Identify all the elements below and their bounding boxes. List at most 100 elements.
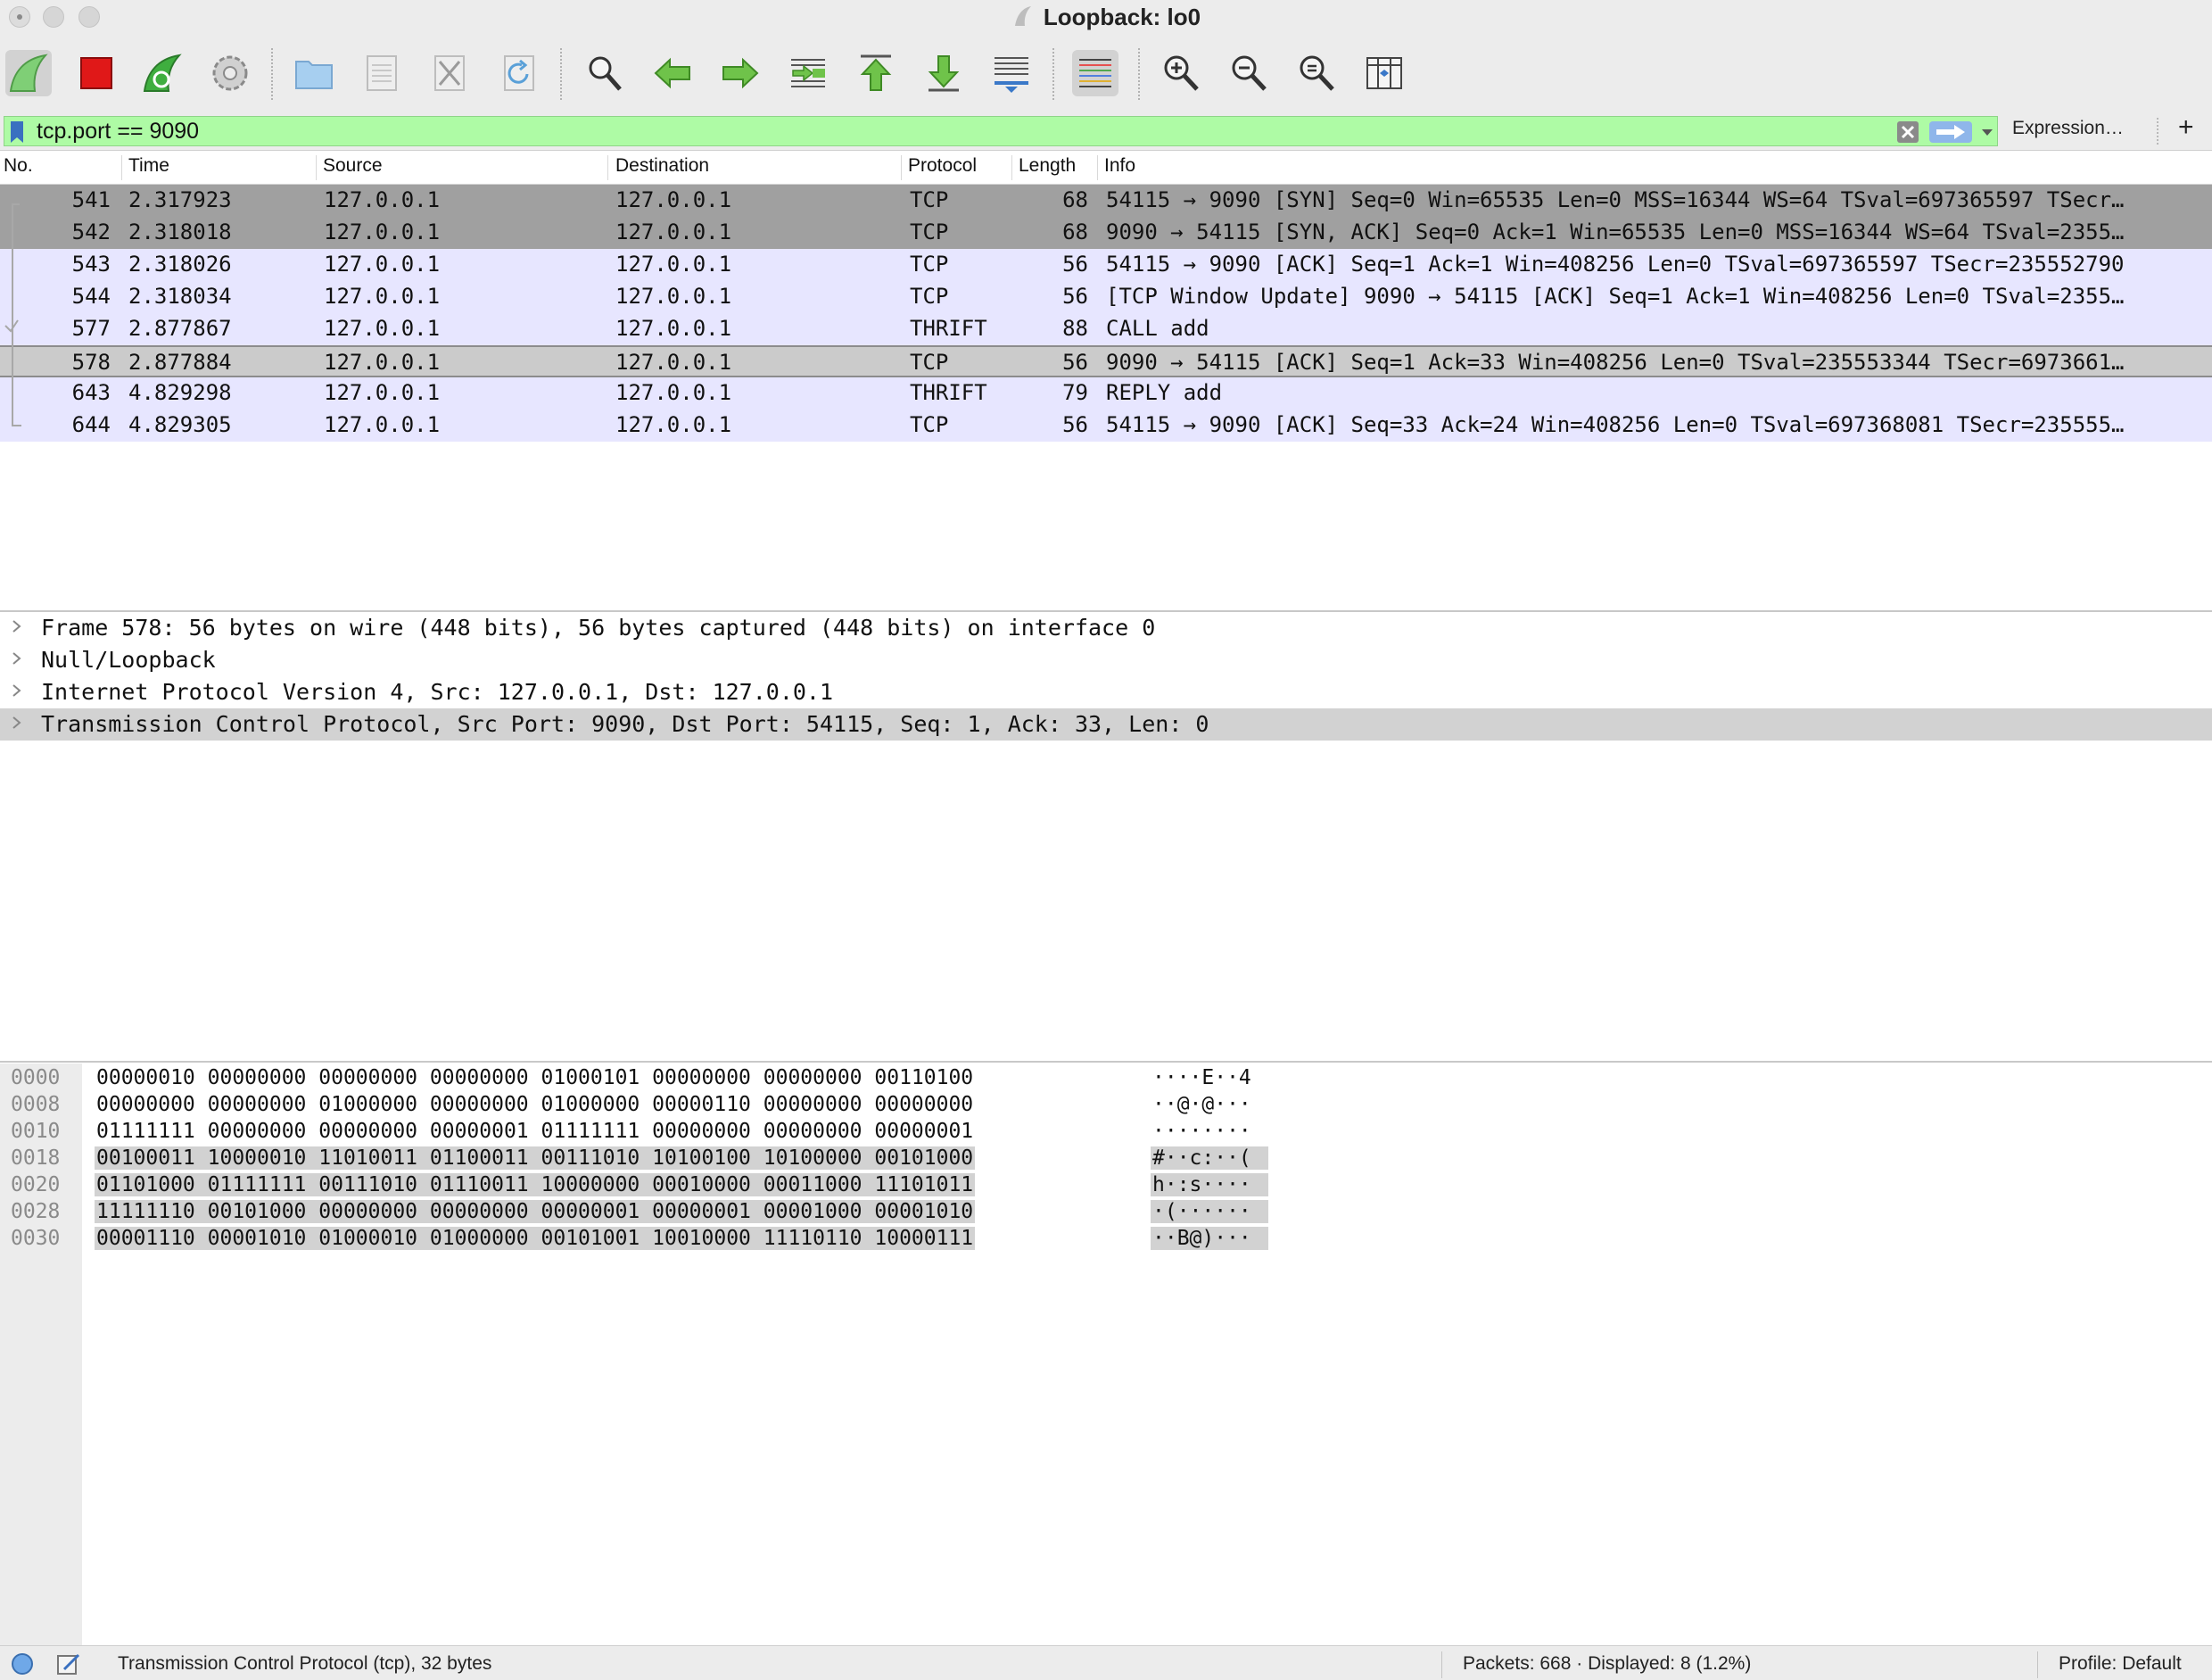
byte-ascii[interactable]: ··B@)··· [1151, 1227, 1268, 1250]
filter-bookmark-icon[interactable] [10, 120, 24, 144]
column-divider[interactable] [1097, 155, 1098, 180]
byte-offset: 0008 [11, 1093, 61, 1116]
expert-info-icon[interactable] [11, 1652, 34, 1676]
packet-source: 127.0.0.1 [324, 316, 441, 341]
packet-row[interactable]: 577 2.877867 127.0.0.1 127.0.0.1 THRIFT 88 CAL… [0, 313, 2212, 345]
column-divider[interactable] [607, 155, 608, 180]
status-separator [1441, 1651, 1442, 1678]
colorize-button[interactable] [1072, 50, 1118, 96]
packet-source: 127.0.0.1 [324, 187, 441, 212]
byte-ascii[interactable]: ········ [1151, 1120, 1268, 1143]
column-header-info[interactable]: Info [1104, 155, 1135, 177]
add-filter-button-icon[interactable]: + [2178, 112, 2194, 143]
bytes-row[interactable]: 0028 11111110 00101000 00000000 00000000 … [0, 1199, 2212, 1226]
packet-row[interactable]: 544 2.318034 127.0.0.1 127.0.0.1 TCP 56 [TCP W… [0, 281, 2212, 313]
status-bar: Transmission Control Protocol (tcp), 32 … [0, 1645, 2212, 1680]
byte-ascii[interactable]: h·:s···· [1151, 1173, 1268, 1196]
bytes-row[interactable]: 0030 00001110 00001010 01000010 01000000 … [0, 1226, 2212, 1253]
normal-size-button[interactable] [1293, 50, 1340, 96]
packet-row[interactable]: 643 4.829298 127.0.0.1 127.0.0.1 THRIFT 79 REP… [0, 377, 2212, 410]
byte-bits[interactable]: 00100011 10000010 11010011 01100011 0011… [95, 1146, 976, 1170]
byte-ascii[interactable]: ·(······ [1151, 1200, 1268, 1223]
capture-options-button[interactable] [207, 50, 253, 96]
toolbar-separator [560, 48, 562, 100]
packet-row[interactable]: 578 2.877884 127.0.0.1 127.0.0.1 TCP 56 9090 →… [0, 345, 2212, 377]
stop-capture-button[interactable] [73, 50, 120, 96]
byte-bits[interactable]: 00000010 00000000 00000000 00000000 0100… [95, 1066, 975, 1089]
capture-options-icon [212, 55, 248, 91]
restart-capture-button[interactable] [139, 50, 186, 96]
column-header-length[interactable]: Length [1019, 155, 1076, 177]
packet-protocol: TCP [910, 412, 949, 437]
byte-bits[interactable]: 00001110 00001010 01000010 01000000 0010… [95, 1227, 976, 1250]
bytes-row[interactable]: 0008 00000000 00000000 01000000 00000000 … [0, 1092, 2212, 1119]
autoscroll-button[interactable] [988, 50, 1035, 96]
display-filter-bar: Expression… + [0, 112, 2212, 151]
column-header-destination[interactable]: Destination [615, 155, 709, 177]
chevron-right-icon[interactable] [11, 713, 23, 732]
clear-filter-icon[interactable] [1895, 120, 1920, 145]
column-divider[interactable] [121, 155, 122, 180]
bytes-row[interactable]: 0000 00000010 00000000 00000000 00000000 … [0, 1065, 2212, 1092]
bytes-row[interactable]: 0018 00100011 10000010 11010011 01100011 … [0, 1146, 2212, 1172]
last-packet-icon [928, 55, 960, 92]
byte-ascii[interactable]: #··c:··( [1151, 1146, 1268, 1170]
chevron-right-icon[interactable] [11, 681, 23, 700]
resize-columns-button[interactable] [1361, 50, 1407, 96]
zoom-out-button[interactable] [1226, 50, 1272, 96]
status-profile[interactable]: Profile: Default [2059, 1653, 2182, 1675]
detail-row-frame[interactable]: Frame 578: 56 bytes on wire (448 bits), … [0, 612, 2212, 644]
column-divider[interactable] [316, 155, 317, 180]
save-file-icon [367, 55, 397, 91]
detail-row-tcp[interactable]: Transmission Control Protocol, Src Port:… [0, 708, 2212, 741]
go-to-packet-button[interactable] [785, 50, 831, 96]
byte-ascii[interactable]: ····E··4 [1151, 1066, 1268, 1089]
packet-row[interactable]: 542 2.318018 127.0.0.1 127.0.0.1 TCP 68 9090 →… [0, 217, 2212, 249]
last-packet-button[interactable] [920, 50, 967, 96]
save-file-button[interactable] [359, 50, 405, 96]
column-divider[interactable] [1011, 155, 1012, 180]
column-divider[interactable] [901, 155, 902, 180]
first-packet-button[interactable] [853, 50, 899, 96]
go-forward-icon [722, 57, 759, 89]
byte-bits[interactable]: 00000000 00000000 01000000 00000000 0100… [95, 1093, 975, 1116]
display-filter-input[interactable] [37, 117, 1874, 145]
bytes-row[interactable]: 0020 01101000 01111111 00111010 01110011 … [0, 1172, 2212, 1199]
go-back-button[interactable] [649, 50, 696, 96]
chevron-right-icon[interactable] [11, 617, 23, 636]
packet-row[interactable]: 644 4.829305 127.0.0.1 127.0.0.1 TCP 56 54115 … [0, 410, 2212, 442]
column-header-time[interactable]: Time [128, 155, 169, 177]
autoscroll-icon [995, 57, 1028, 93]
open-file-button[interactable] [291, 50, 337, 96]
start-capture-button[interactable] [5, 50, 52, 96]
packet-list-header: No. Time Source Destination Protocol Len… [0, 152, 2212, 185]
pane-splitter[interactable] [0, 1061, 2212, 1063]
capture-comment-icon[interactable] [55, 1651, 82, 1676]
close-file-button[interactable] [426, 50, 473, 96]
expression-button[interactable]: Expression… [2012, 118, 2124, 139]
byte-bits[interactable]: 01111111 00000000 00000000 00000001 0111… [95, 1120, 975, 1143]
packet-destination: 127.0.0.1 [615, 350, 732, 375]
detail-row-ipv4[interactable]: Internet Protocol Version 4, Src: 127.0.… [0, 676, 2212, 708]
packet-protocol: TCP [910, 252, 949, 277]
go-forward-button[interactable] [717, 50, 763, 96]
chevron-right-icon[interactable] [11, 649, 23, 668]
byte-bits[interactable]: 11111110 00101000 00000000 00000000 0000… [95, 1200, 976, 1223]
column-header-protocol[interactable]: Protocol [908, 155, 977, 177]
display-filter-box [4, 116, 1998, 146]
packet-row[interactable]: 541 2.317923 127.0.0.1 127.0.0.1 TCP 68 54115 … [0, 185, 2212, 217]
byte-bits[interactable]: 01101000 01111111 00111010 01110011 1000… [95, 1173, 976, 1196]
bytes-row[interactable]: 0010 01111111 00000000 00000000 00000001 … [0, 1119, 2212, 1146]
byte-ascii[interactable]: ··@·@··· [1151, 1093, 1268, 1116]
detail-row-loopback[interactable]: Null/Loopback [0, 644, 2212, 676]
column-header-source[interactable]: Source [323, 155, 383, 177]
zoom-out-icon [1232, 55, 1267, 91]
packet-list: 541 2.317923 127.0.0.1 127.0.0.1 TCP 68 54115 … [0, 185, 2212, 609]
apply-filter-button[interactable] [1929, 121, 1972, 143]
find-packet-button[interactable] [582, 50, 628, 96]
zoom-in-button[interactable] [1158, 50, 1204, 96]
packet-row[interactable]: 543 2.318026 127.0.0.1 127.0.0.1 TCP 56 54115 … [0, 249, 2212, 281]
filter-history-dropdown-icon[interactable] [1977, 120, 1997, 144]
reload-file-button[interactable] [496, 50, 542, 96]
column-header-no[interactable]: No. [4, 155, 33, 177]
